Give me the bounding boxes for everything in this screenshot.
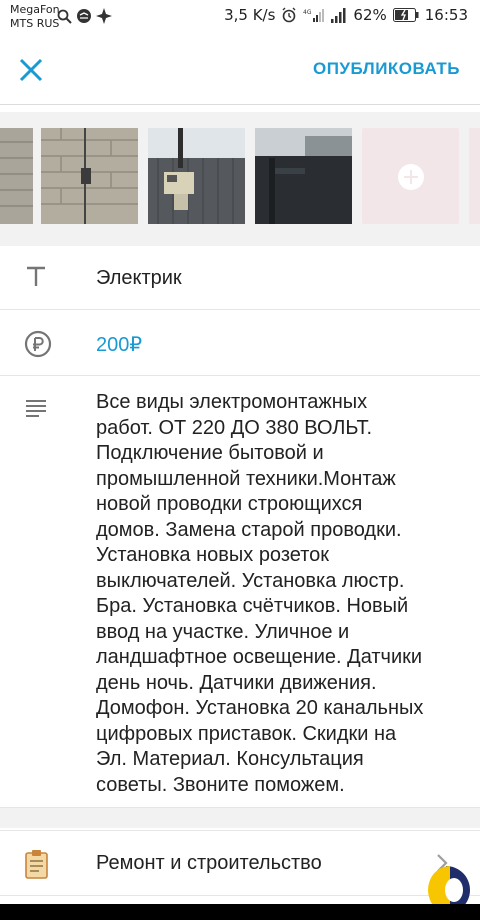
description-field[interactable]: Все виды электромонтажных работ. ОТ 220 … [0, 376, 480, 808]
ruble-icon [24, 330, 52, 362]
notes-icon [24, 398, 48, 424]
status-right: 3,5 K/s 4G 62% 16:53 [224, 6, 468, 24]
notification-icons [57, 8, 112, 24]
navigation-bar [0, 904, 480, 920]
photo-thumbnail[interactable] [41, 128, 138, 224]
search-icon [57, 9, 72, 24]
plus-icon [398, 164, 424, 190]
star-icon [96, 8, 112, 24]
close-button[interactable] [16, 55, 46, 85]
carrier-info: MegaFon MTS RUS [10, 3, 60, 31]
carrier-1: MegaFon [10, 3, 60, 16]
section-divider [0, 808, 480, 828]
close-icon [19, 58, 43, 82]
photo-thumbnail[interactable] [255, 128, 352, 224]
battery-percent: 62% [353, 6, 387, 24]
app-bar: ОПУБЛИКОВАТЬ [0, 33, 480, 105]
price-value: 200₽ [96, 334, 143, 356]
signal-4g-icon: 4G [303, 7, 325, 23]
clipboard-icon [24, 849, 50, 883]
alarm-icon [281, 7, 297, 23]
category-field[interactable]: Ремонт и строительство [0, 830, 480, 896]
battery-icon [392, 8, 419, 22]
clock: 16:53 [424, 6, 468, 24]
photo-thumbnail[interactable] [0, 128, 33, 224]
status-bar: MegaFon MTS RUS 3,5 K/s 4G 62% 16:53 [0, 0, 480, 33]
add-photo-slot[interactable] [469, 128, 480, 224]
svg-text:4G: 4G [303, 9, 312, 16]
title-field[interactable]: Электрик [0, 246, 480, 310]
category-value: Ремонт и строительство [96, 852, 322, 874]
carrier-2: MTS RUS [10, 17, 60, 30]
bank-icon [76, 8, 92, 24]
photo-strip[interactable] [0, 112, 480, 252]
text-format-icon [24, 265, 50, 293]
network-speed: 3,5 K/s [224, 6, 276, 24]
publish-button[interactable]: ОПУБЛИКОВАТЬ [313, 59, 460, 79]
description-value: Все виды электромонтажных работ. ОТ 220 … [96, 391, 424, 796]
add-photo-button[interactable] [362, 128, 459, 224]
photo-thumbnail[interactable] [148, 128, 245, 224]
signal-icon [331, 7, 347, 23]
title-value: Электрик [96, 267, 182, 289]
price-field[interactable]: 200₽ [0, 310, 480, 376]
